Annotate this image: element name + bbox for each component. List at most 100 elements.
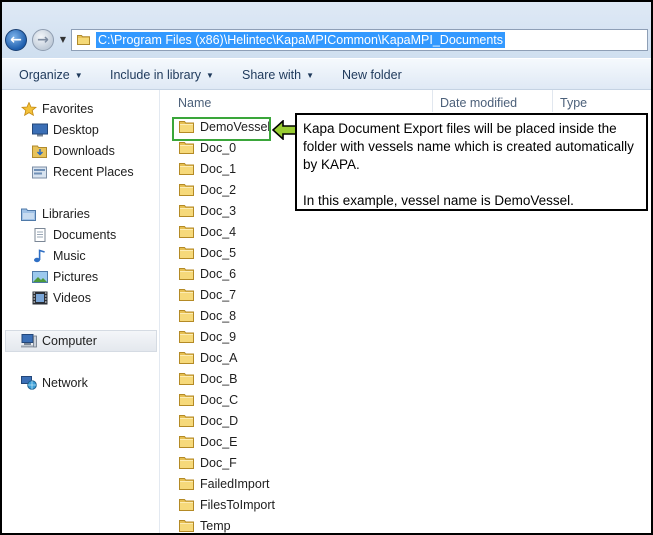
folder-icon bbox=[179, 330, 194, 343]
file-row[interactable]: Doc_C bbox=[179, 390, 439, 410]
folder-icon bbox=[179, 309, 194, 322]
dropdown-arrow-icon: ▼ bbox=[306, 71, 314, 80]
column-header-type[interactable]: Type bbox=[560, 95, 587, 111]
folder-icon bbox=[179, 204, 194, 217]
file-name-label: Doc_E bbox=[200, 435, 238, 449]
file-name-label: Doc_6 bbox=[200, 267, 237, 281]
file-name-label: Doc_8 bbox=[200, 309, 237, 323]
back-arrow-icon: ← bbox=[10, 32, 22, 48]
folder-icon bbox=[179, 456, 194, 469]
explorer-window: ← → ▼ C:\Program Files (x86)\Helintec\Ka… bbox=[0, 0, 653, 535]
libraries-icon bbox=[21, 207, 37, 221]
folder-icon bbox=[77, 34, 90, 45]
share-with-menu[interactable]: Share with ▼ bbox=[242, 67, 314, 83]
annotation-callout: Kapa Document Export files will be place… bbox=[295, 113, 648, 211]
column-separator[interactable] bbox=[552, 90, 553, 112]
demovessel-highlight-box bbox=[172, 117, 271, 141]
documents-icon bbox=[32, 228, 48, 242]
file-row[interactable]: Doc_7 bbox=[179, 285, 439, 305]
file-row[interactable]: Doc_8 bbox=[179, 306, 439, 326]
annotation-paragraph-1: Kapa Document Export files will be place… bbox=[303, 121, 634, 172]
file-name-label: Doc_3 bbox=[200, 204, 237, 218]
folder-icon bbox=[179, 267, 194, 280]
nav-libraries-label: Libraries bbox=[42, 207, 90, 221]
file-name-label: Doc_C bbox=[200, 393, 239, 407]
share-with-label: Share with bbox=[242, 68, 302, 82]
file-name-label: Doc_2 bbox=[200, 183, 237, 197]
file-row[interactable]: Doc_5 bbox=[179, 243, 439, 263]
file-name-label: Doc_7 bbox=[200, 288, 237, 302]
nav-documents-label: Documents bbox=[53, 228, 117, 242]
nav-favorites-label: Favorites bbox=[42, 102, 94, 116]
address-input[interactable]: C:\Program Files (x86)\Helintec\KapaMPIC… bbox=[71, 29, 648, 51]
file-name-label: Doc_B bbox=[200, 372, 238, 386]
forward-button[interactable]: → bbox=[32, 29, 54, 51]
folder-icon bbox=[179, 372, 194, 385]
dropdown-arrow-icon: ▼ bbox=[206, 71, 214, 80]
include-in-library-menu[interactable]: Include in library ▼ bbox=[110, 67, 214, 83]
network-globe-icon bbox=[21, 376, 37, 390]
file-row[interactable]: Temp bbox=[179, 516, 439, 533]
nav-network-label: Network bbox=[42, 376, 88, 390]
file-name-label: FilesToImport bbox=[200, 498, 276, 512]
file-name-label: Doc_0 bbox=[200, 141, 237, 155]
column-header-name[interactable]: Name bbox=[178, 95, 211, 111]
folder-icon bbox=[179, 351, 194, 364]
column-header-date-modified[interactable]: Date modified bbox=[440, 95, 517, 111]
folder-icon bbox=[179, 435, 194, 448]
computer-icon bbox=[21, 334, 37, 348]
back-button[interactable]: ← bbox=[5, 29, 27, 51]
file-name-label: FailedImport bbox=[200, 477, 270, 491]
file-row[interactable]: Doc_F bbox=[179, 453, 439, 473]
recent-pages-dropdown[interactable]: ▼ bbox=[58, 33, 68, 47]
folder-icon bbox=[179, 183, 194, 196]
file-name-label: Doc_D bbox=[200, 414, 239, 428]
folder-icon bbox=[179, 162, 194, 175]
file-name-label: Doc_F bbox=[200, 456, 237, 470]
folder-icon bbox=[179, 393, 194, 406]
pictures-icon bbox=[32, 270, 48, 284]
file-name-label: Doc_4 bbox=[200, 225, 237, 239]
nav-music-label: Music bbox=[53, 249, 86, 263]
file-row[interactable]: Doc_E bbox=[179, 432, 439, 452]
folder-icon bbox=[179, 225, 194, 238]
file-row[interactable]: Doc_D bbox=[179, 411, 439, 431]
folder-icon bbox=[179, 246, 194, 259]
forward-arrow-icon: → bbox=[37, 32, 49, 48]
film-strip-icon bbox=[32, 291, 48, 305]
column-separator[interactable] bbox=[432, 90, 433, 112]
folder-icon bbox=[179, 519, 194, 532]
folder-icon bbox=[179, 288, 194, 301]
file-row[interactable]: Doc_6 bbox=[179, 264, 439, 284]
address-bar-area: ← → ▼ C:\Program Files (x86)\Helintec\Ka… bbox=[2, 2, 651, 58]
music-note-icon bbox=[32, 249, 48, 263]
command-bar: Organize ▼ Include in library ▼ Share with… bbox=[2, 59, 651, 90]
file-row[interactable]: Doc_A bbox=[179, 348, 439, 368]
folder-icon bbox=[179, 498, 194, 511]
star-icon bbox=[21, 102, 37, 116]
new-folder-label: New folder bbox=[342, 68, 402, 82]
file-row[interactable]: Doc_9 bbox=[179, 327, 439, 347]
organize-menu[interactable]: Organize ▼ bbox=[19, 67, 83, 83]
organize-label: Organize bbox=[19, 68, 70, 82]
nav-computer-label: Computer bbox=[42, 334, 97, 348]
new-folder-button[interactable]: New folder bbox=[342, 67, 402, 83]
file-row[interactable]: FilesToImport bbox=[179, 495, 439, 515]
nav-desktop-label: Desktop bbox=[53, 123, 99, 137]
nav-pictures-label: Pictures bbox=[53, 270, 99, 284]
downloads-folder-icon bbox=[32, 144, 48, 158]
nav-videos-label: Videos bbox=[53, 291, 91, 305]
file-row[interactable]: FailedImport bbox=[179, 474, 439, 494]
file-name-label: Temp bbox=[200, 519, 231, 533]
folder-icon bbox=[179, 477, 194, 490]
file-row[interactable]: Doc_B bbox=[179, 369, 439, 389]
nav-recent-places-label: Recent Places bbox=[53, 165, 134, 179]
address-path-text[interactable]: C:\Program Files (x86)\Helintec\KapaMPIC… bbox=[96, 32, 506, 48]
folder-icon bbox=[179, 141, 194, 154]
file-name-label: Doc_A bbox=[200, 351, 238, 365]
file-row[interactable]: Doc_4 bbox=[179, 222, 439, 242]
navigation-pane: Favorites Desktop Downloads Recent Place… bbox=[2, 90, 160, 533]
include-in-library-label: Include in library bbox=[110, 68, 202, 82]
nav-downloads-label: Downloads bbox=[53, 144, 115, 158]
recent-places-icon bbox=[32, 165, 48, 179]
